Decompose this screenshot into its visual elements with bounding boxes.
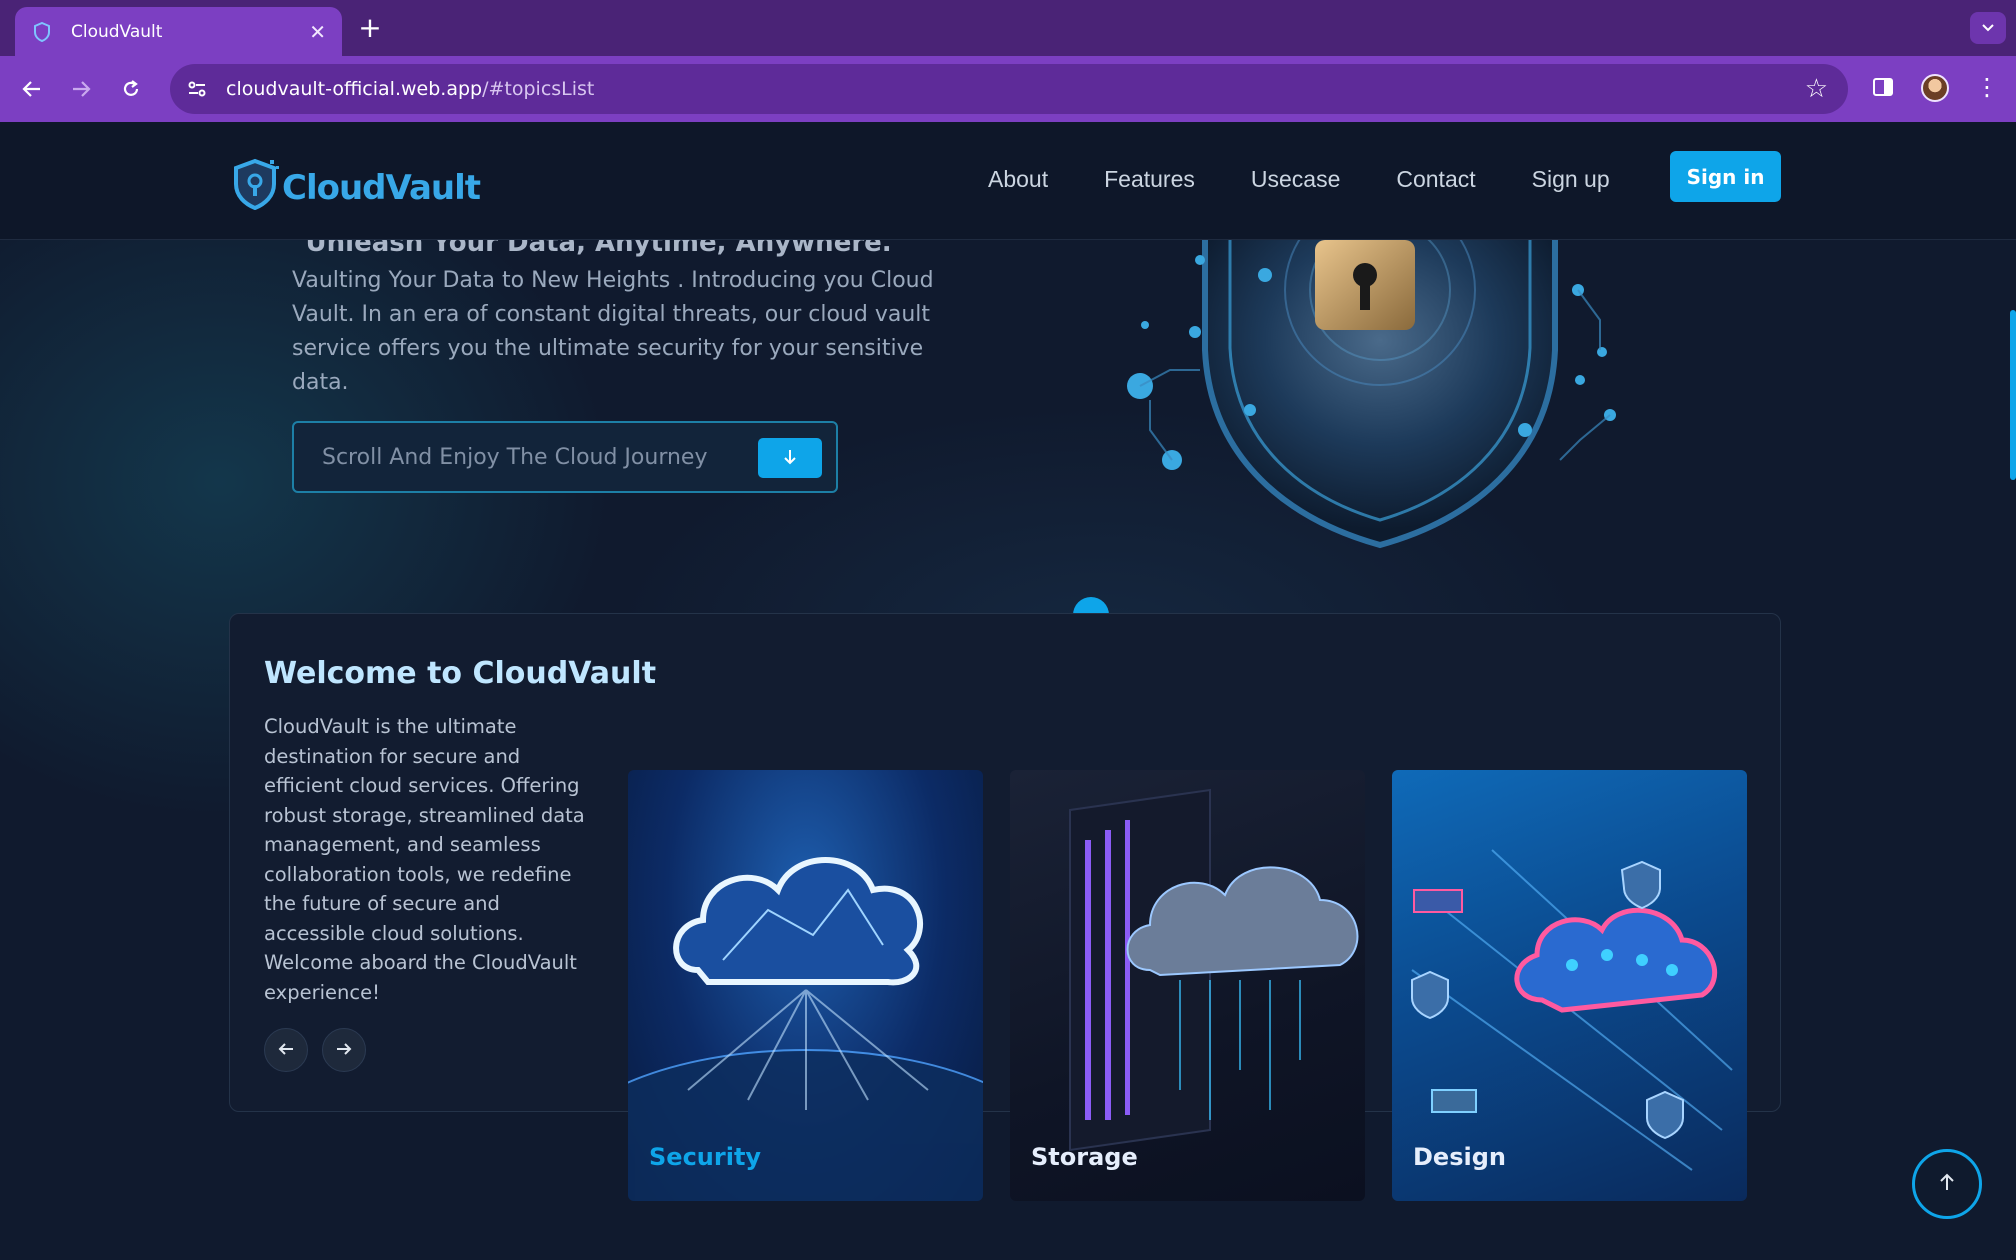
page-scrollbar[interactable]: [2010, 310, 2016, 480]
site-info-icon[interactable]: [184, 76, 210, 102]
side-panel-icon[interactable]: [1868, 72, 1898, 102]
address-bar[interactable]: cloudvault-official.web.app/#topicsList …: [170, 64, 1848, 114]
carousel-prev-button[interactable]: [264, 1028, 308, 1072]
sign-in-button[interactable]: Sign in: [1670, 151, 1781, 202]
scroll-down-button[interactable]: [758, 438, 822, 478]
server-cloud-image: [1069, 788, 1359, 1152]
shield-logo-icon: [234, 158, 279, 210]
site-header: CloudVault About Features Usecase Contac…: [0, 122, 2016, 240]
scroll-journey-box[interactable]: Scroll And Enjoy The Cloud Journey: [292, 421, 838, 493]
tab-search-chevron-icon[interactable]: [1970, 12, 2006, 44]
cloud-network-image: [628, 857, 983, 1201]
browser-menu-icon[interactable]: ⋮: [1975, 72, 1999, 102]
arrow-down-icon: [783, 446, 797, 471]
main-nav: About Features Usecase Contact Sign up: [988, 166, 1666, 193]
cloudvault-logo[interactable]: CloudVault: [230, 158, 481, 210]
browser-toolbar: cloudvault-official.web.app/#topicsList …: [0, 56, 2016, 122]
browser-tab-strip: CloudVault ✕ +: [0, 0, 2016, 56]
forward-arrow-icon[interactable]: [66, 74, 96, 104]
new-tab-icon[interactable]: +: [357, 11, 383, 45]
close-tab-icon[interactable]: ✕: [309, 20, 326, 44]
security-shield-lock-illustration: [1127, 230, 1616, 549]
topic-card-design[interactable]: Design: [1392, 770, 1747, 1201]
arrow-right-icon: [336, 1041, 352, 1060]
brand-name: CloudVault: [282, 168, 481, 208]
url-host: cloudvault-official.web.app: [226, 78, 483, 100]
nav-usecase[interactable]: Usecase: [1251, 166, 1340, 193]
reload-icon[interactable]: [116, 74, 146, 104]
welcome-body: CloudVault is the ultimate destination f…: [264, 715, 585, 1004]
bookmark-star-icon[interactable]: ☆: [1805, 74, 1828, 104]
back-arrow-icon[interactable]: [17, 74, 47, 104]
welcome-title: Welcome to CloudVault: [264, 656, 657, 691]
tab-title: CloudVault: [71, 21, 163, 42]
back-to-top-button[interactable]: [1912, 1149, 1982, 1219]
cloud-circuit-image: [1411, 849, 1733, 1171]
shield-favicon-icon: [31, 21, 53, 43]
card-label-storage: Storage: [1031, 1143, 1138, 1171]
carousel-controls: [264, 1028, 366, 1072]
nav-features[interactable]: Features: [1104, 166, 1195, 193]
nav-about[interactable]: About: [988, 166, 1048, 193]
topic-card-security[interactable]: Security: [628, 770, 983, 1201]
nav-contact[interactable]: Contact: [1396, 166, 1475, 193]
topic-card-storage[interactable]: Storage: [1010, 770, 1365, 1201]
profile-avatar[interactable]: [1921, 74, 1949, 102]
card-label-design: Design: [1413, 1143, 1506, 1171]
hero-description: Vaulting Your Data to New Heights . Intr…: [292, 268, 934, 395]
scroll-journey-label: Scroll And Enjoy The Cloud Journey: [322, 444, 708, 470]
nav-signup[interactable]: Sign up: [1532, 166, 1610, 193]
page-viewport: "Unleash Your Data, Anytime, Anywhere." …: [0, 122, 2016, 1260]
card-label-security: Security: [649, 1143, 762, 1171]
arrow-left-icon: [278, 1041, 294, 1060]
url-path: /#topicsList: [482, 78, 595, 100]
arrow-up-icon: [1939, 1173, 1955, 1195]
browser-tab[interactable]: CloudVault ✕: [15, 7, 342, 56]
topics-panel: Welcome to CloudVault CloudVault is the …: [229, 613, 1781, 1201]
carousel-next-button[interactable]: [322, 1028, 366, 1072]
